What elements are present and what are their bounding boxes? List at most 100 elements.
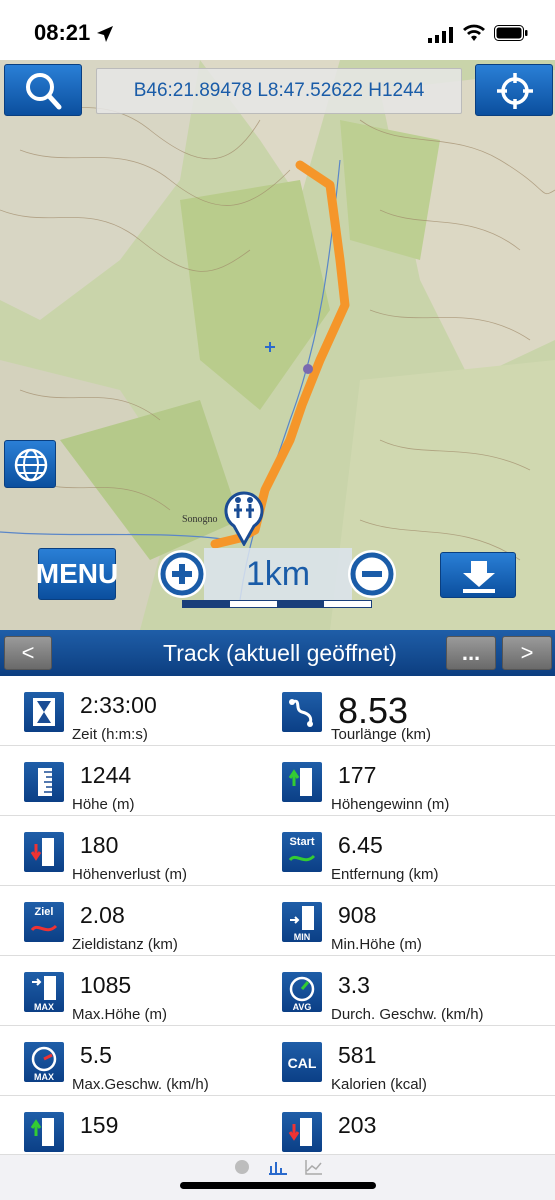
stat-label: Durch. Geschw. (km/h) (331, 1006, 484, 1023)
icon-text: Ziel (35, 906, 54, 918)
stat-row: 159 203 (0, 1096, 555, 1154)
avg-speed-icon: AVG (282, 972, 322, 1012)
zoom-scale-label: 1km (204, 548, 352, 600)
globe-icon (14, 448, 48, 482)
stat-time: 2:33:00 Zeit (h:m:s) (0, 676, 278, 746)
stat-calories: CAL 581 Kalorien (kcal) (278, 1026, 555, 1096)
stat-distance: Start 6.45 Entfernung (km) (278, 816, 555, 886)
icon-text: MAX (34, 1002, 54, 1012)
stat-min-altitude: MIN 908 Min.Höhe (m) (278, 886, 555, 956)
location-arrow-icon (97, 26, 113, 42)
max-altitude-icon: MAX (24, 972, 64, 1012)
status-time: 08:21 (34, 20, 91, 45)
stat-value: 908 (338, 902, 377, 928)
stat-ascent: 159 (0, 1096, 278, 1154)
stat-value: 1244 (80, 762, 132, 788)
stat-row: MAX 5.5 Max.Geschw. (km/h) CAL 581 Kalor… (0, 1026, 555, 1096)
icon-text: MIN (294, 932, 311, 942)
calories-icon: CAL (282, 1042, 322, 1082)
stat-value: 5.5 (80, 1042, 112, 1068)
icon-text: CAL (288, 1055, 317, 1071)
plus-icon (160, 552, 204, 596)
wifi-icon (463, 24, 485, 41)
zoom-in-button[interactable] (158, 550, 206, 598)
stat-value: 180 (80, 832, 119, 858)
stat-value: 1085 (80, 972, 132, 998)
status-bar: 08:21 (0, 0, 555, 60)
stat-tour-length: 8.53 Tourlänge (km) (278, 676, 555, 746)
download-button[interactable] (440, 552, 516, 598)
stat-value: 3.3 (338, 972, 370, 998)
map-place-label: Sonogno (182, 514, 218, 525)
stat-value: 2:33:00 (80, 692, 157, 718)
stat-label: Max.Geschw. (km/h) (72, 1076, 209, 1093)
stat-label: Höhe (m) (72, 796, 135, 813)
icon-text: Start (289, 836, 314, 848)
zoom-out-button[interactable] (348, 550, 396, 598)
stat-value: 581 (338, 1042, 377, 1068)
stat-avg-speed: AVG 3.3 Durch. Geschw. (km/h) (278, 956, 555, 1026)
stat-value: 6.45 (338, 832, 383, 858)
stat-max-altitude: MAX 1085 Max.Höhe (m) (0, 956, 278, 1026)
distance-start-icon: Start (282, 832, 322, 872)
min-altitude-icon: MIN (282, 902, 322, 942)
coordinates-display: B46:21.89478 L8:47.52622 H1244 (96, 68, 462, 114)
track-statistics: 2:33:00 Zeit (h:m:s) 8.53 Tourlänge (km)… (0, 676, 555, 1154)
stat-label: Entfernung (km) (331, 866, 439, 883)
stat-value: 177 (338, 762, 377, 788)
cellular-signal-icon (428, 27, 453, 43)
stat-value: 159 (80, 1112, 119, 1138)
topographic-map: Sonogno (0, 60, 555, 630)
stat-row: MAX 1085 Max.Höhe (m) AVG 3.3 Durch. Ges… (0, 956, 555, 1026)
stat-goal-distance: Ziel 2.08 Zieldistanz (km) (0, 886, 278, 956)
stat-label: Höhengewinn (m) (331, 796, 450, 813)
map-view[interactable]: Sonogno B46:21.89478 L8:47.52622 H1244 M… (0, 60, 555, 630)
stat-label: Zieldistanz (km) (72, 936, 178, 953)
more-options-button[interactable]: ... (446, 636, 496, 670)
altitude-gain-icon (282, 762, 322, 802)
minus-icon (350, 552, 394, 596)
search-button[interactable] (4, 64, 82, 116)
stat-value: 2.08 (80, 902, 125, 928)
stat-label: Tourlänge (km) (331, 726, 432, 743)
altitude-loss-icon (282, 1112, 322, 1152)
altitude-loss-icon (24, 832, 64, 872)
stat-row: 180 Höhenverlust (m) Start 6.45 Entfernu… (0, 816, 555, 886)
search-icon (26, 73, 62, 110)
stat-max-speed: MAX 5.5 Max.Geschw. (km/h) (0, 1026, 278, 1096)
distance-goal-icon: Ziel (24, 902, 64, 942)
map-layers-button[interactable] (4, 440, 56, 488)
icon-text: AVG (293, 1002, 312, 1012)
stat-row: Ziel 2.08 Zieldistanz (km) MIN 908 Min.H… (0, 886, 555, 956)
locate-button[interactable] (475, 64, 553, 116)
menu-button[interactable]: MENU (36, 548, 118, 600)
home-indicator (180, 1182, 376, 1189)
bar-chart-icon[interactable] (268, 1158, 288, 1176)
stat-altitude: 1244 Höhe (m) (0, 746, 278, 816)
previous-track-button[interactable]: < (4, 636, 52, 670)
download-icon (463, 561, 495, 593)
stat-altitude-gain: 177 Höhengewinn (m) (278, 746, 555, 816)
stat-descent: 203 (278, 1096, 555, 1154)
max-speed-icon: MAX (24, 1042, 64, 1082)
next-track-button[interactable]: > (502, 636, 552, 670)
stat-label: Zeit (h:m:s) (72, 726, 148, 743)
hiker-marker-icon[interactable] (220, 486, 268, 546)
stat-label: Kalorien (kcal) (331, 1076, 427, 1093)
stat-label: Min.Höhe (m) (331, 936, 422, 953)
route-length-icon (282, 692, 322, 732)
line-chart-icon[interactable] (304, 1158, 324, 1176)
track-header: < Track (aktuell geöffnet) ... > (0, 630, 555, 676)
hourglass-icon (24, 692, 64, 732)
page-indicator-dot-icon[interactable] (233, 1158, 251, 1176)
icon-text: MAX (34, 1072, 54, 1082)
stat-row: 2:33:00 Zeit (h:m:s) 8.53 Tourlänge (km) (0, 676, 555, 746)
stat-label: Max.Höhe (m) (72, 1006, 168, 1023)
crosshair-icon (497, 73, 533, 109)
stat-row: 1244 Höhe (m) 177 Höhengewinn (m) (0, 746, 555, 816)
zoom-control: 1km (158, 548, 398, 600)
altitude-gain-icon (24, 1112, 64, 1152)
stat-altitude-loss: 180 Höhenverlust (m) (0, 816, 278, 886)
stat-label: Höhenverlust (m) (72, 866, 188, 883)
stat-value: 203 (338, 1112, 377, 1138)
